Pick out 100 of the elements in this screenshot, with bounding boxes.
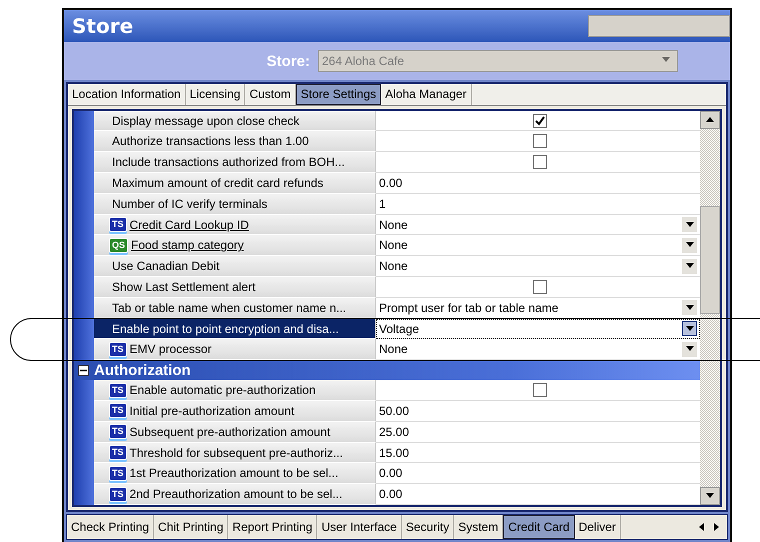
property-value-cell[interactable]: None [376, 339, 700, 360]
tab[interactable]: Licensing [186, 84, 246, 105]
property-link[interactable]: Credit Card Lookup ID [130, 218, 249, 232]
tab[interactable]: Security [402, 515, 454, 539]
value-text[interactable]: 0.00 [379, 466, 402, 480]
property-value-cell[interactable] [376, 152, 700, 174]
property-value-cell[interactable]: Voltage [376, 318, 700, 340]
dropdown-value[interactable]: None [379, 259, 408, 274]
property-label[interactable]: Include transactions authorized from BOH... [94, 152, 376, 174]
property-value-cell[interactable] [376, 380, 700, 402]
property-name: Subsequent pre-authorization amount [130, 424, 330, 439]
property-label[interactable]: Maximum amount of credit card refunds [94, 173, 376, 194]
value-text[interactable]: 1 [379, 196, 386, 211]
product-tag: TS [109, 424, 127, 440]
property-label[interactable]: Enable point to point encryption and disa... [94, 318, 376, 340]
value-text[interactable]: 25.00 [379, 424, 410, 439]
dropdown-value[interactable]: None [379, 218, 408, 232]
property-label[interactable]: TS Initial pre-authorization amount [94, 401, 376, 422]
scroll-thumb[interactable] [700, 206, 720, 314]
property-label[interactable]: Use Canadian Debit [94, 256, 376, 278]
property-label[interactable]: QS Food stamp category [94, 235, 376, 256]
property-name: Authorize transactions less than 1.00 [112, 134, 309, 148]
tab[interactable]: User Interface [317, 515, 402, 539]
dropdown-value[interactable]: Prompt user for tab or table name [379, 300, 558, 315]
property-value-cell[interactable]: 50.00 [376, 401, 700, 422]
dropdown-value[interactable]: Voltage [379, 322, 420, 336]
property-label[interactable]: Show Last Settlement alert [94, 277, 376, 298]
tab[interactable]: Check Printing [67, 515, 154, 539]
product-tag: TS [109, 217, 127, 232]
product-tag: TS [109, 486, 127, 502]
property-label[interactable]: Number of IC verify terminals [94, 194, 376, 215]
value-text[interactable]: 0.00 [379, 487, 402, 502]
property-name: Display message upon close check [112, 114, 300, 128]
dropdown-button[interactable] [682, 321, 697, 336]
dropdown-value[interactable]: None [379, 342, 408, 356]
property-value-cell[interactable] [376, 131, 700, 152]
property-name: Initial pre-authorization amount [130, 404, 294, 418]
property-label[interactable]: Authorize transactions less than 1.00 [94, 131, 376, 152]
checkbox[interactable] [532, 155, 546, 170]
product-tag: TS [109, 466, 127, 481]
property-value-cell[interactable] [376, 277, 700, 298]
vertical-scrollbar[interactable] [700, 110, 720, 505]
dropdown-button[interactable] [682, 238, 697, 253]
property-name: Threshold for subsequent pre-authoriz... [130, 446, 343, 460]
dropdown-button[interactable] [682, 258, 697, 274]
dropdown-button[interactable] [682, 300, 697, 316]
property-label[interactable]: TS EMV processor [94, 339, 376, 360]
tab[interactable]: Aloha Manager [381, 84, 472, 105]
property-value-cell[interactable]: None [376, 256, 700, 278]
window-title: Store [72, 14, 134, 38]
tab[interactable]: Credit Card [503, 515, 575, 539]
property-value-cell[interactable]: 15.00 [376, 442, 700, 464]
property-value-cell[interactable]: None [376, 235, 700, 256]
property-label[interactable]: TS Threshold for subsequent pre-authoriz... [94, 442, 376, 464]
property-label[interactable]: TS Enable automatic pre-authorization [94, 380, 376, 402]
product-tag: QS [109, 238, 128, 253]
checkbox[interactable] [532, 134, 546, 148]
property-label[interactable]: TS Credit Card Lookup ID [94, 214, 376, 236]
scroll-down-button[interactable] [700, 487, 720, 505]
property-value-cell[interactable]: None [376, 214, 700, 236]
property-name: Number of IC verify terminals [112, 196, 268, 211]
collapse-toggle[interactable] [78, 364, 89, 376]
tab[interactable]: Report Printing [228, 515, 318, 539]
property-value-cell[interactable]: 1 [376, 194, 700, 215]
value-text[interactable]: 0.00 [379, 176, 402, 190]
tab[interactable]: Location Information [68, 84, 186, 105]
property-value-cell[interactable]: 0.00 [376, 463, 700, 484]
scroll-up-button[interactable] [700, 110, 720, 129]
scroll-left-icon[interactable] [697, 522, 707, 532]
checkbox[interactable] [532, 280, 546, 294]
property-label[interactable]: TS 1st Preauthorization amount to be sel... [94, 463, 376, 484]
scroll-right-icon[interactable] [711, 522, 721, 532]
checkbox[interactable] [532, 383, 546, 398]
value-text[interactable]: 15.00 [379, 446, 410, 460]
value-text[interactable]: 50.00 [379, 404, 410, 418]
dropdown-value[interactable]: None [379, 238, 408, 252]
property-name: Use Canadian Debit [112, 259, 220, 274]
property-label[interactable]: TS 2nd Preauthorization amount to be sel... [94, 484, 376, 505]
store-label: Store: [266, 52, 310, 70]
product-tag: TS [109, 403, 127, 418]
dropdown-button[interactable] [682, 342, 697, 357]
caret-icon [705, 114, 715, 125]
property-label[interactable]: TS Subsequent pre-authorization amount [94, 422, 376, 443]
property-value-cell[interactable]: Prompt user for tab or table name [376, 298, 700, 319]
property-label[interactable]: Display message upon close check [94, 110, 376, 132]
property-value-cell[interactable]: 25.00 [376, 422, 700, 443]
property-name: Enable automatic pre-authorization [130, 383, 316, 398]
product-tag: TS [109, 382, 127, 398]
property-name: Show Last Settlement alert [112, 280, 256, 294]
product-tag: TS [109, 445, 127, 460]
property-label[interactable]: Tab or table name when customer name n... [94, 298, 376, 319]
tab[interactable]: Deliver [574, 515, 621, 539]
property-value-cell[interactable]: 0.00 [376, 484, 700, 505]
property-value-cell[interactable]: 0.00 [376, 173, 700, 194]
checkbox[interactable] [532, 114, 546, 128]
property-link[interactable]: Food stamp category [131, 238, 244, 252]
dropdown-button[interactable] [682, 217, 697, 232]
tab[interactable]: Store Settings [296, 84, 382, 105]
tab[interactable]: Chit Printing [154, 515, 228, 539]
property-name: 2nd Preauthorization amount to be sel... [130, 487, 342, 502]
